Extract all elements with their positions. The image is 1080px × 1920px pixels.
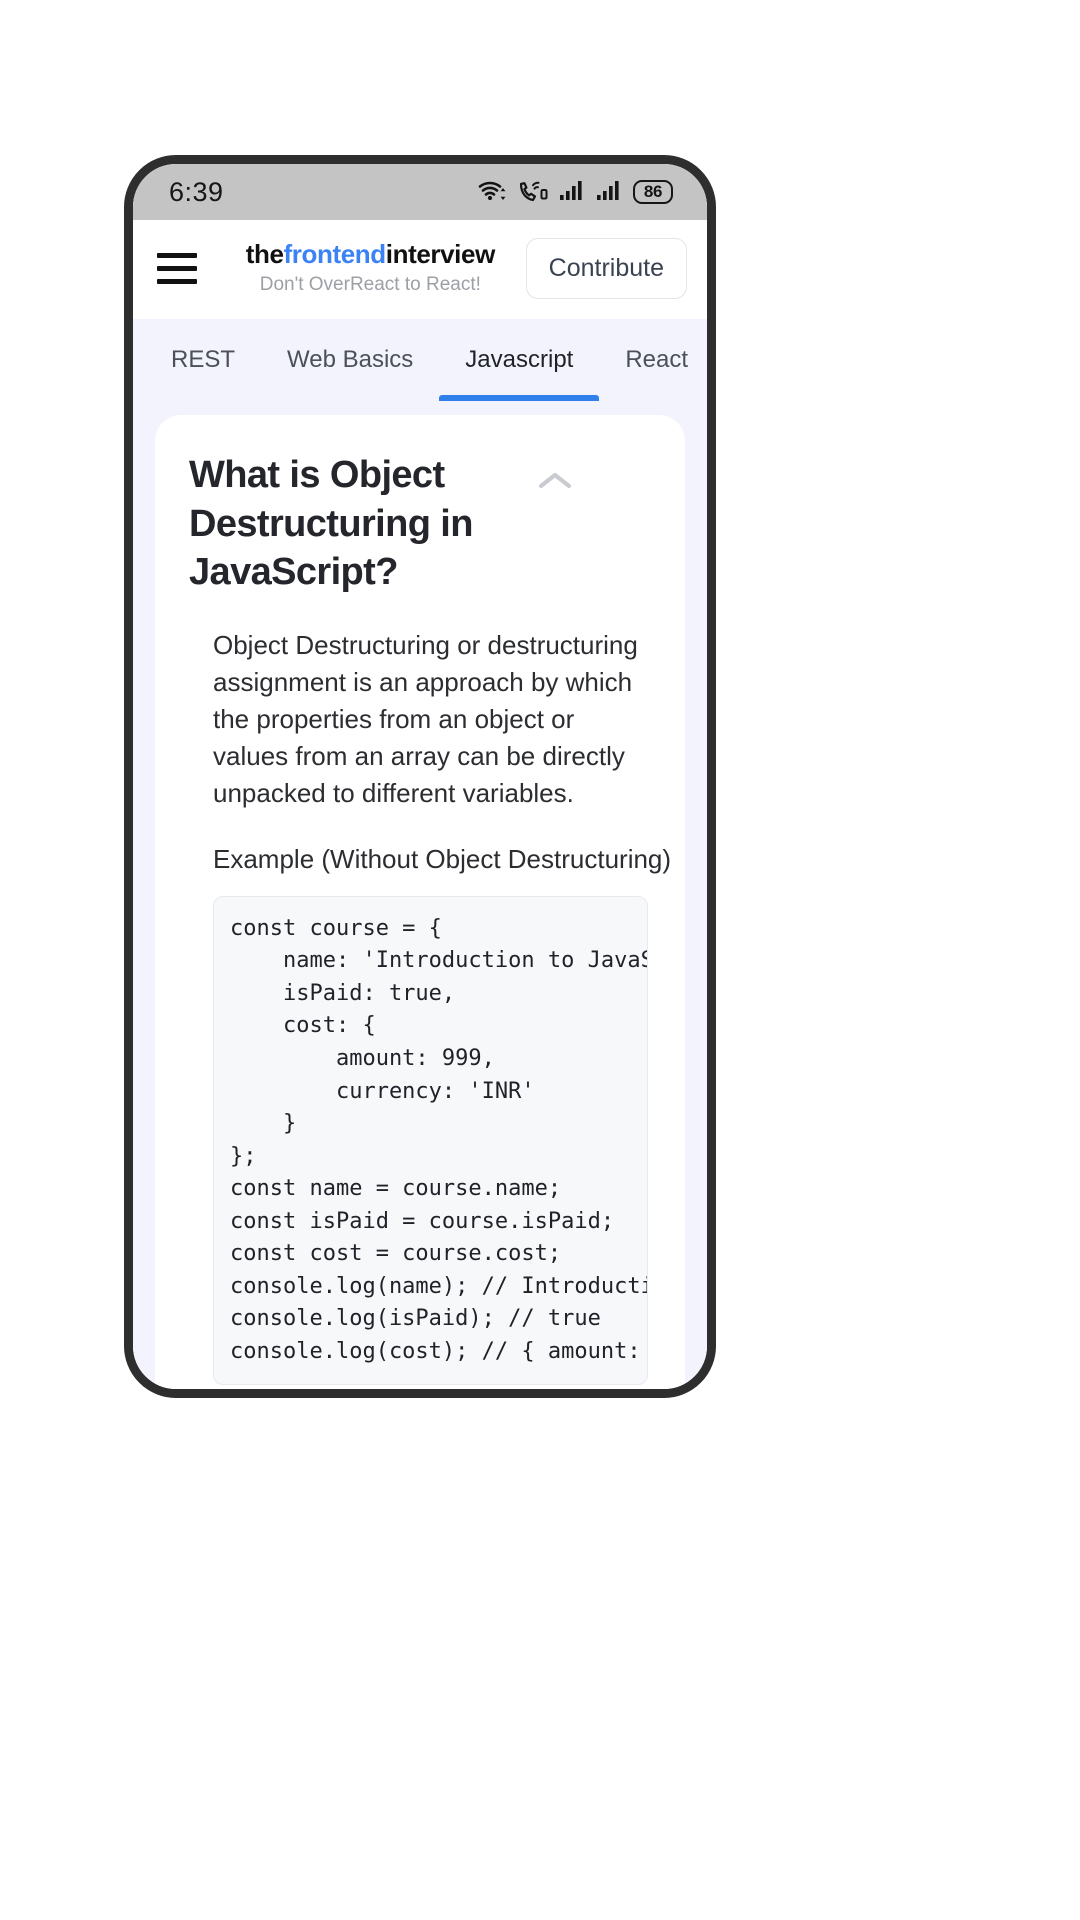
battery-icon: 86 (633, 180, 673, 204)
brand-tagline: Don't OverReact to React! (259, 274, 481, 296)
chevron-up-icon[interactable] (533, 459, 577, 503)
cellular-signal-1-icon (559, 178, 585, 207)
hamburger-bar-3 (157, 279, 197, 284)
contribute-button[interactable]: Contribute (525, 238, 687, 299)
status-bar: 6:39 86 (133, 164, 707, 220)
tab-web-basics[interactable]: Web Basics (261, 319, 439, 401)
brand-title-part1: the (245, 239, 284, 270)
answer-paragraph: Object Destructuring or destructuring as… (213, 629, 638, 808)
hamburger-bar-2 (157, 266, 197, 271)
wifi-icon (477, 178, 507, 207)
question-answer-card: What is Object Destructuring in JavaScri… (155, 415, 685, 1389)
brand-title-part2: interview (385, 239, 496, 270)
app-header: thefrontendinterview Don't OverReact to … (133, 220, 707, 319)
tab-javascript[interactable]: Javascript (439, 319, 600, 401)
tab-bar: REST Web Basics Javascript React (133, 319, 707, 401)
call-signal-icon (518, 178, 548, 207)
phone-frame: 6:39 86 thefrontendinterview Don't OverR… (124, 155, 716, 1398)
content-scroll-area[interactable]: What is Object Destructuring in JavaScri… (133, 401, 707, 1389)
brand-title: thefrontendinterview (223, 239, 518, 270)
brand-title-accent: frontend (283, 239, 387, 270)
tab-react[interactable]: React (599, 319, 707, 401)
phone-screen: 6:39 86 thefrontendinterview Don't OverR… (133, 164, 707, 1389)
status-bar-time: 6:39 (169, 176, 224, 207)
status-bar-icons: 86 (477, 178, 673, 207)
code-block-without-destructuring[interactable]: const course = { name: 'Introduction to … (213, 895, 648, 1386)
battery-level-label: 86 (643, 182, 663, 201)
hamburger-menu-icon[interactable] (157, 243, 209, 295)
brand-block[interactable]: thefrontendinterview Don't OverReact to … (217, 239, 518, 297)
example-1-label: Example (Without Object Destructuring) (213, 844, 672, 875)
question-header[interactable]: What is Object Destructuring in JavaScri… (189, 451, 651, 597)
question-body: Object Destructuring or destructuring as… (189, 627, 672, 1389)
question-title: What is Object Destructuring in JavaScri… (189, 454, 473, 594)
tab-rest[interactable]: REST (145, 319, 261, 401)
cellular-signal-2-icon (596, 178, 622, 207)
hamburger-bar-1 (157, 253, 197, 258)
